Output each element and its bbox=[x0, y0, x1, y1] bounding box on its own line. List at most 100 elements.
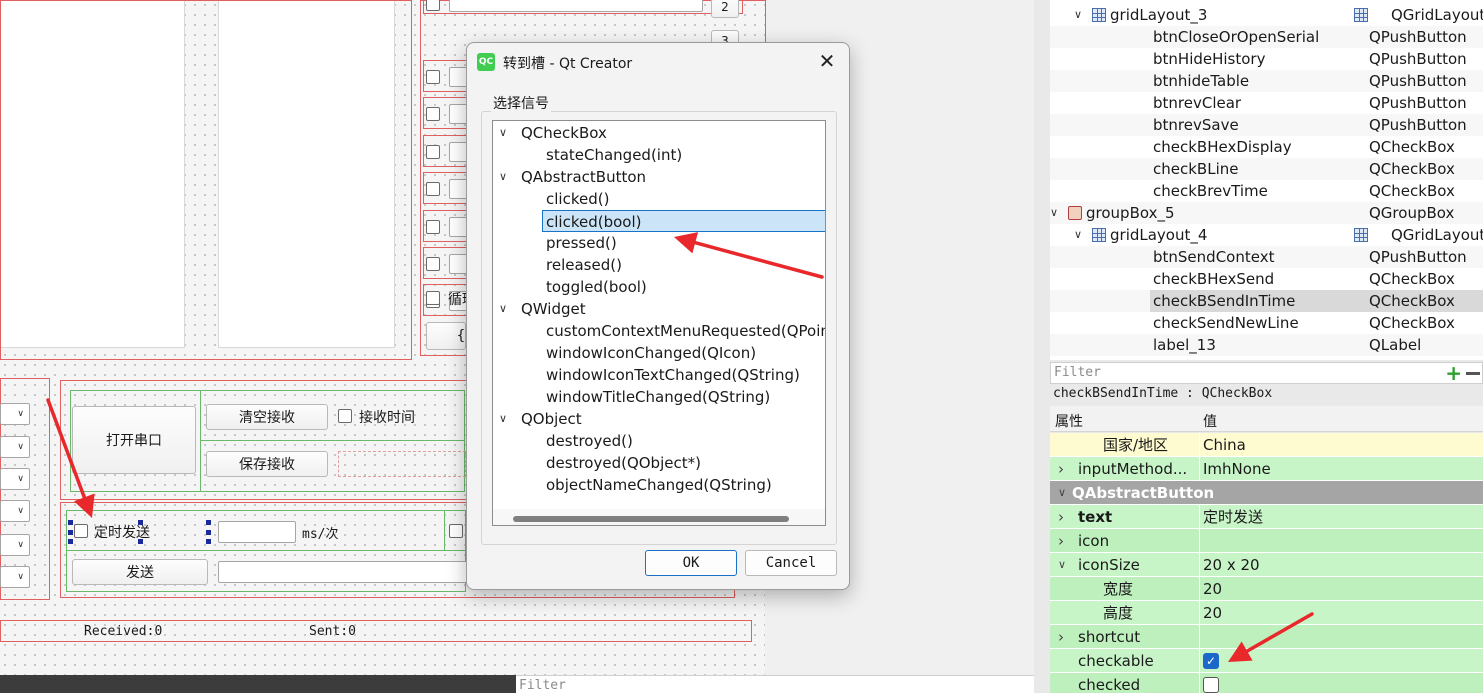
property-value[interactable]: 定时发送 bbox=[1203, 505, 1263, 529]
signal-slot-filter-input[interactable]: Filter bbox=[516, 675, 1034, 693]
chevron-down-icon[interactable]: ∨ bbox=[1058, 553, 1066, 577]
property-value[interactable]: 20 x 20 bbox=[1203, 553, 1260, 577]
save-receive-button[interactable]: 保存接收 bbox=[206, 451, 328, 477]
property-row[interactable]: ∨ iconSize 20 x 20 bbox=[1050, 553, 1483, 577]
add-property-icon[interactable]: + bbox=[1445, 362, 1462, 384]
property-row[interactable]: › inputMethod... ImhNone bbox=[1050, 457, 1483, 481]
chevron-down-icon[interactable]: ∨ bbox=[1050, 202, 1058, 224]
object-tree-row[interactable]: label_13 QLabel bbox=[1050, 334, 1483, 356]
object-tree-row[interactable]: checkBrevTime QCheckBox bbox=[1050, 180, 1483, 202]
signal-item-selected[interactable]: clicked(bool) bbox=[542, 210, 825, 232]
property-value[interactable]: China bbox=[1203, 433, 1246, 457]
property-row[interactable]: ∨ QAbstractButton bbox=[1050, 481, 1483, 505]
object-tree-row[interactable]: ∨ groupBox_5 QGroupBox bbox=[1050, 202, 1483, 224]
selection-handle[interactable] bbox=[138, 539, 143, 544]
property-column-header: 属性 bbox=[1055, 414, 1083, 430]
property-table-header: 属性 值 bbox=[1050, 406, 1483, 432]
chevron-down-icon[interactable]: ∨ bbox=[499, 166, 507, 188]
object-tree-row[interactable]: checkSendNewLine QCheckBox bbox=[1050, 312, 1483, 334]
object-inspector-tree[interactable]: ∨ gridLayout_3 QGridLayout btnCloseOrOpenSe… bbox=[1050, 0, 1483, 360]
object-tree-row[interactable]: btnHideHistory QPushButton bbox=[1050, 48, 1483, 70]
close-icon[interactable]: ✕ bbox=[815, 49, 839, 73]
data-bits-combo[interactable]: ∨ bbox=[0, 436, 30, 458]
property-row[interactable]: 宽度 20 bbox=[1050, 577, 1483, 601]
object-tree-row-selected[interactable]: checkBSendInTime QCheckBox bbox=[1050, 290, 1483, 312]
selection-handle[interactable] bbox=[206, 520, 211, 525]
object-tree-row[interactable]: btnCloseOrOpenSerial QPushButton bbox=[1050, 26, 1483, 48]
object-class: QPushButton bbox=[1369, 248, 1467, 266]
object-tree-row[interactable]: ∨ gridLayout_4 QGridLayout bbox=[1050, 224, 1483, 246]
property-row[interactable]: › shortcut bbox=[1050, 625, 1483, 649]
receive-time-checkbox[interactable] bbox=[338, 409, 352, 423]
property-editor-list[interactable]: 国家/地区 China › inputMethod... ImhNone ∨ QAbstra… bbox=[1050, 433, 1483, 693]
object-tree-row[interactable]: checkBLine QCheckBox bbox=[1050, 158, 1483, 180]
multi-send-button[interactable]: { bbox=[426, 322, 466, 350]
signal-tree-text: QAbstractButton bbox=[521, 168, 647, 186]
object-class: QPushButton bbox=[1369, 116, 1467, 134]
selection-handle[interactable] bbox=[68, 539, 73, 544]
object-name: btnHideHistory bbox=[1153, 50, 1266, 68]
object-tree-row[interactable]: btnSendContext QPushButton bbox=[1050, 246, 1483, 268]
port-combo[interactable]: ∨ bbox=[0, 566, 30, 588]
object-tree-row[interactable]: ∨ gridLayout_3 QGridLayout bbox=[1050, 4, 1483, 26]
chevron-down-icon: ∨ bbox=[17, 572, 24, 582]
chevron-down-icon[interactable]: ∨ bbox=[499, 122, 507, 144]
selection-handle[interactable] bbox=[68, 530, 73, 535]
remove-property-icon[interactable] bbox=[1466, 372, 1480, 375]
chevron-down-icon[interactable]: ∨ bbox=[1058, 481, 1066, 505]
signal-tree[interactable]: ∨ QCheckBox stateChanged(int) ∨ QAbstractBut… bbox=[492, 120, 826, 526]
property-value[interactable]: 20 bbox=[1203, 601, 1222, 625]
property-row[interactable]: checked bbox=[1050, 673, 1483, 693]
object-name: checkBLine bbox=[1153, 160, 1239, 178]
baud-combo[interactable]: ∨ bbox=[0, 403, 30, 425]
hex-send-checkbox[interactable] bbox=[449, 524, 463, 538]
grid-layout-icon bbox=[1354, 228, 1368, 242]
property-row[interactable]: checkable ✓ bbox=[1050, 649, 1483, 673]
cancel-button[interactable]: Cancel bbox=[745, 550, 837, 576]
chevron-down-icon[interactable]: ∨ bbox=[1074, 224, 1082, 246]
property-row[interactable]: › icon bbox=[1050, 529, 1483, 553]
property-name: checked bbox=[1078, 676, 1141, 693]
chevron-right-icon[interactable]: › bbox=[1058, 505, 1064, 529]
selected-object-caption: checkBSendInTime : QCheckBox bbox=[1053, 386, 1273, 401]
property-row[interactable]: › text 定时发送 bbox=[1050, 505, 1483, 529]
multi-send-index-button[interactable]: 2 bbox=[711, 0, 739, 18]
flow-control-combo[interactable]: ∨ bbox=[0, 534, 30, 556]
chevron-down-icon[interactable]: ∨ bbox=[499, 298, 507, 320]
chevron-right-icon[interactable]: › bbox=[1058, 529, 1064, 553]
column-separator bbox=[1199, 649, 1200, 673]
timed-send-checkbox[interactable] bbox=[74, 524, 88, 538]
chevron-down-icon[interactable]: ∨ bbox=[499, 408, 507, 430]
parity-combo[interactable]: ∨ bbox=[0, 468, 30, 490]
chevron-down-icon[interactable]: ∨ bbox=[1074, 4, 1082, 26]
send-button[interactable]: 发送 bbox=[72, 559, 208, 585]
send-context-input[interactable] bbox=[218, 561, 468, 583]
horizontal-scrollbar[interactable] bbox=[493, 509, 825, 525]
open-serial-button[interactable]: 打开串口 bbox=[72, 406, 196, 474]
object-tree-row[interactable]: btnhideTable QPushButton bbox=[1050, 70, 1483, 92]
object-class: QCheckBox bbox=[1369, 160, 1455, 178]
selection-handle[interactable] bbox=[68, 520, 73, 525]
chevron-right-icon[interactable]: › bbox=[1058, 457, 1064, 481]
ok-button[interactable]: OK bbox=[645, 550, 737, 576]
selection-handle[interactable] bbox=[138, 520, 143, 525]
property-filter-input[interactable]: Filter + bbox=[1050, 362, 1483, 384]
property-row[interactable]: 国家/地区 China bbox=[1050, 433, 1483, 457]
scrollbar-thumb[interactable] bbox=[513, 516, 789, 522]
selection-handle[interactable] bbox=[206, 530, 211, 535]
object-tree-row[interactable]: checkBHexSend QCheckBox bbox=[1050, 268, 1483, 290]
object-tree-row[interactable]: btnrevClear QPushButton bbox=[1050, 92, 1483, 114]
checkable-checkbox[interactable]: ✓ bbox=[1203, 653, 1219, 669]
property-value[interactable]: 20 bbox=[1203, 577, 1222, 601]
checked-checkbox[interactable] bbox=[1203, 677, 1219, 693]
property-row[interactable]: 高度 20 bbox=[1050, 601, 1483, 625]
send-interval-input[interactable] bbox=[218, 521, 296, 543]
object-tree-row[interactable]: checkBHexDisplay QCheckBox bbox=[1050, 136, 1483, 158]
stop-bits-combo[interactable]: ∨ bbox=[0, 500, 30, 522]
selection-handle[interactable] bbox=[206, 539, 211, 544]
property-value[interactable]: ImhNone bbox=[1203, 457, 1271, 481]
loop-send-checkbox[interactable] bbox=[426, 291, 440, 305]
chevron-right-icon[interactable]: › bbox=[1058, 625, 1064, 649]
clear-receive-button[interactable]: 清空接收 bbox=[206, 404, 328, 430]
object-tree-row[interactable]: btnrevSave QPushButton bbox=[1050, 114, 1483, 136]
